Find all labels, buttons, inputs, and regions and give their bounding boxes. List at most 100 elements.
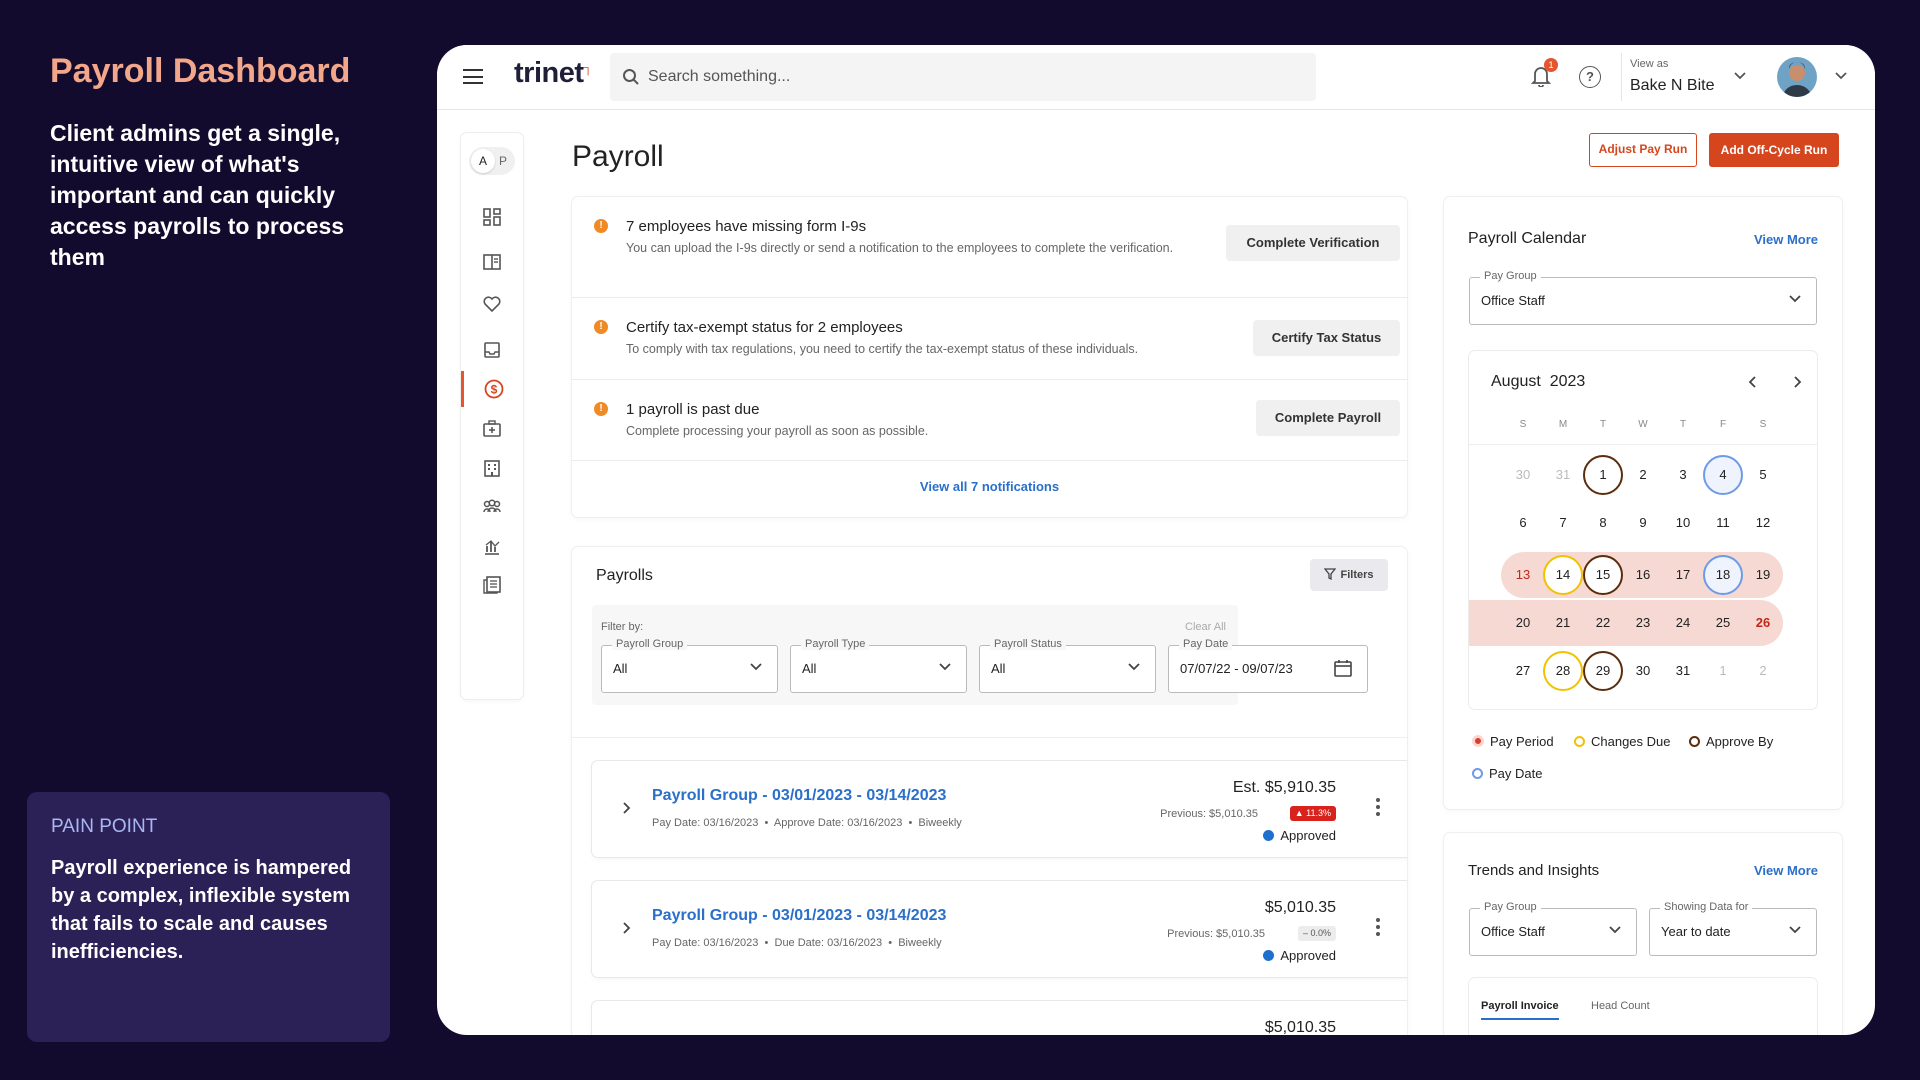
chevron-down-icon [1609,926,1621,934]
trends-chart-panel: Payroll Invoice Head Count [1469,978,1817,1035]
notification-title: Certify tax-exempt status for 2 employee… [626,319,903,336]
view-as-select[interactable]: Bake N Bite [1630,77,1714,95]
calendar-day[interactable]: 9 [1623,503,1663,543]
chevron-down-icon[interactable] [1834,71,1848,81]
dashboard-icon[interactable] [461,199,523,235]
calendar-day-pay-date[interactable]: 4 [1703,455,1743,495]
calendar-day[interactable]: 24 [1663,603,1703,643]
payroll-type-select[interactable]: Payroll Type All [790,638,967,693]
reports-icon[interactable] [461,567,523,603]
calendar-day[interactable]: 17 [1663,555,1703,595]
clear-all-link[interactable]: Clear All [1185,621,1226,633]
calendar-day-approve-by[interactable]: 1 [1583,455,1623,495]
calendar-day-changes-due[interactable]: 14 [1543,555,1583,595]
help-icon[interactable]: ? [1579,66,1601,88]
calendar-day[interactable]: 2 [1743,651,1783,691]
calendar-day-changes-due[interactable]: 28 [1543,651,1583,691]
showing-data-select[interactable]: Showing Data for Year to date [1649,901,1817,956]
calendar-day-approve-by[interactable]: 15 [1583,555,1623,595]
building-icon[interactable] [461,450,523,486]
calendar-day[interactable]: 16 [1623,555,1663,595]
complete-verification-button[interactable]: Complete Verification [1226,225,1400,261]
medical-kit-icon[interactable] [461,411,523,447]
app-toggle[interactable]: A P [469,147,515,175]
calendar-day[interactable]: 10 [1663,503,1703,543]
more-options-icon[interactable] [1376,918,1380,936]
calendar-day[interactable]: 23 [1623,603,1663,643]
payroll-status-value: All [991,661,1006,676]
calendar-day-pay-period-end[interactable]: 26 [1743,603,1783,643]
payroll-row[interactable]: Payroll Group - 03/01/2023 - 03/14/2023 … [592,761,1407,857]
calendar-pay-group-select[interactable]: Pay Group Office Staff [1469,270,1817,325]
trends-view-more-link[interactable]: View More [1754,863,1818,878]
calendar-day[interactable]: 2 [1623,455,1663,495]
certify-tax-status-button[interactable]: Certify Tax Status [1253,320,1400,356]
pay-date-range-input[interactable]: Pay Date 07/07/22 - 09/07/23 [1168,638,1368,693]
status-badge: Approved [1263,948,1336,963]
change-badge: ▲ 11.3% [1289,806,1336,821]
calendar-day[interactable]: 20 [1503,603,1543,643]
more-options-icon[interactable] [1376,798,1380,816]
payroll-row[interactable]: Payroll Group - 03/01/2023 - 03/14/2023 … [592,881,1407,977]
tab-head-count[interactable]: Head Count [1591,1000,1650,1012]
toggle-a[interactable]: A [471,149,495,173]
add-off-cycle-run-button[interactable]: Add Off-Cycle Run [1709,133,1839,167]
payroll-amount: $5,010.35 [1264,1019,1336,1035]
chevron-right-icon[interactable] [1793,375,1803,389]
pain-point-card: PAIN POINT Payroll experience is hampere… [27,792,390,1042]
heart-icon[interactable] [461,286,523,322]
calendar-icon[interactable] [1333,658,1353,678]
alert-icon: ! [594,219,608,233]
calendar-day[interactable]: 5 [1743,455,1783,495]
calendar-day-approve-by[interactable]: 29 [1583,651,1623,691]
payroll-name-link[interactable]: Payroll Group - 03/01/2023 - 03/14/2023 [652,907,946,925]
inbox-icon[interactable] [461,332,523,368]
complete-payroll-button[interactable]: Complete Payroll [1256,400,1400,436]
payroll-status-label: Payroll Status [990,638,1066,650]
team-icon[interactable] [461,489,523,525]
legend-pay-date: Pay Date [1472,766,1542,781]
chevron-right-icon[interactable] [622,921,632,935]
adjust-pay-run-button[interactable]: Adjust Pay Run [1589,133,1697,167]
payroll-group-select[interactable]: Payroll Group All [601,638,778,693]
trends-pay-group-select[interactable]: Pay Group Office Staff [1469,901,1637,956]
calendar-view-more-link[interactable]: View More [1754,232,1818,247]
calendar-day[interactable]: 12 [1743,503,1783,543]
calendar-day[interactable]: 19 [1743,555,1783,595]
payroll-name-link[interactable]: Payroll Group - 03/01/2023 - 03/14/2023 [652,787,946,805]
toggle-p[interactable]: P [499,149,507,173]
calendar-day[interactable]: 11 [1703,503,1743,543]
calendar-day[interactable]: 1 [1703,651,1743,691]
change-badge: – 0.0% [1297,926,1336,941]
view-all-notifications-link[interactable]: View all 7 notifications [572,479,1407,494]
calendar-day[interactable]: 22 [1583,603,1623,643]
notification-text: You can upload the I-9s directly or send… [626,241,1174,255]
avatar[interactable] [1777,57,1817,97]
calendar-day[interactable]: 6 [1503,503,1543,543]
calendar-day[interactable]: 25 [1703,603,1743,643]
calendar-day[interactable]: 8 [1583,503,1623,543]
payroll-status-select[interactable]: Payroll Status All [979,638,1156,693]
calendar-day[interactable]: 30 [1503,455,1543,495]
chevron-right-icon[interactable] [622,801,632,815]
calendar-day-pay-period-start[interactable]: 13 [1503,555,1543,595]
payroll-dollar-icon[interactable]: $ [461,371,523,407]
calendar-day[interactable]: 31 [1663,651,1703,691]
filters-button[interactable]: Filters [1310,559,1388,591]
book-icon[interactable] [461,244,523,280]
logo[interactable]: trinet┐ [514,57,593,90]
calendar-day-pay-date[interactable]: 18 [1703,555,1743,595]
tab-payroll-invoice[interactable]: Payroll Invoice [1481,1000,1559,1020]
calendar-day[interactable]: 27 [1503,651,1543,691]
chevron-left-icon[interactable] [1747,375,1757,389]
calendar-day[interactable]: 7 [1543,503,1583,543]
calendar-day[interactable]: 31 [1543,455,1583,495]
calendar-day[interactable]: 3 [1663,455,1703,495]
calendar-day[interactable]: 21 [1543,603,1583,643]
payroll-row[interactable]: $5,010.35 [592,1001,1407,1035]
menu-icon[interactable] [463,69,483,84]
calendar-day[interactable]: 30 [1623,651,1663,691]
analytics-icon[interactable] [461,529,523,565]
search-input[interactable]: Search something... [610,53,1316,101]
chevron-down-icon[interactable] [1733,71,1747,81]
